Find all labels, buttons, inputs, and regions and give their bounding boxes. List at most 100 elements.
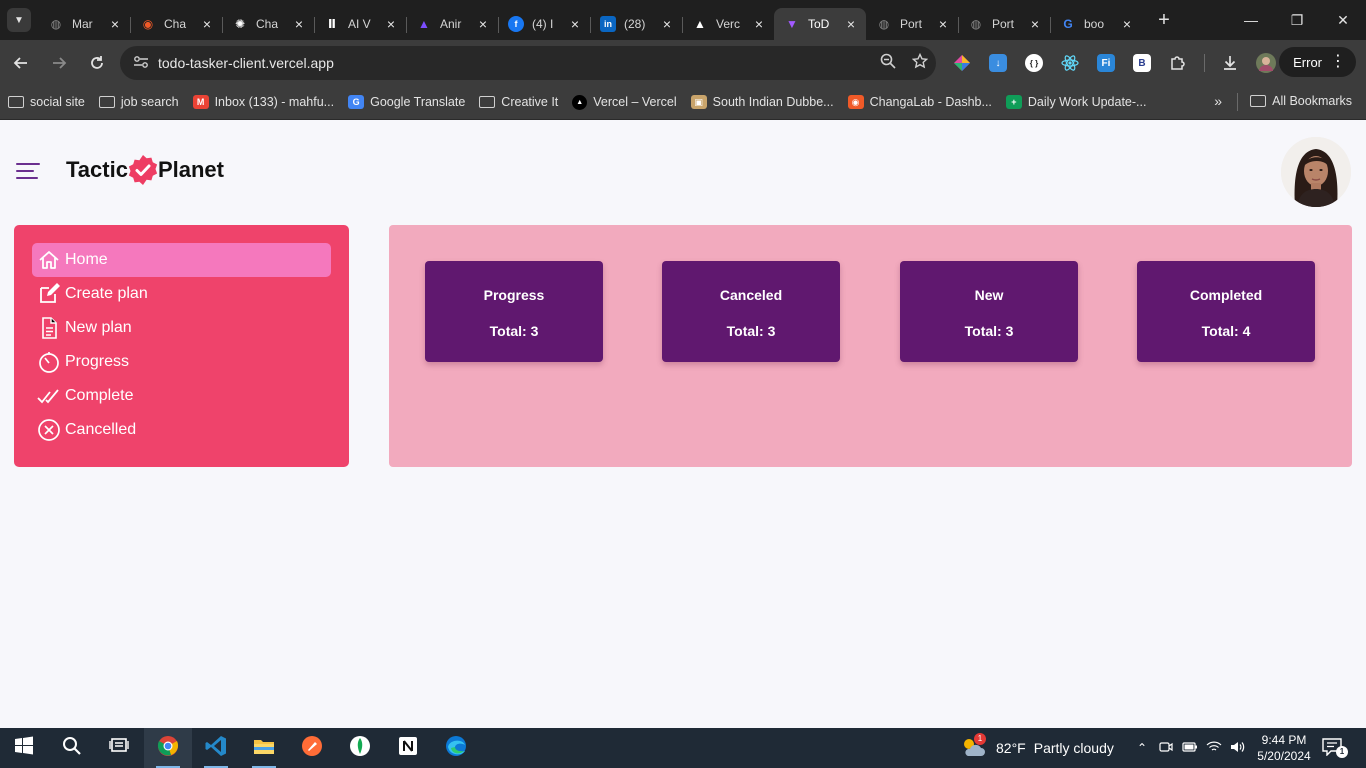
site-settings-icon[interactable] [126,55,156,72]
close-tab-icon[interactable]: × [568,16,582,32]
status-card-progress[interactable]: Progress Total: 3 [425,261,603,362]
close-tab-icon[interactable]: × [752,16,766,32]
new-tab-button[interactable]: + [1150,6,1178,34]
more-bookmarks-icon[interactable]: » [1214,93,1222,109]
notification-center-icon[interactable]: 1 [1322,738,1348,758]
sidebar-item-home[interactable]: Home [32,243,331,277]
bookmark-item[interactable]: G Google Translate [348,95,465,109]
sidebar-item-create-plan[interactable]: Create plan [32,277,331,311]
browser-tab[interactable]: ▼ ToD × [774,8,866,40]
browser-tab[interactable]: ◍ Port × [958,8,1050,40]
mongodb-icon [349,735,371,762]
bookmark-label: Daily Work Update-... [1027,95,1147,109]
close-tab-icon[interactable]: × [844,16,858,32]
brand-logo[interactable]: Tactic Planet [66,153,224,187]
browser-tab[interactable]: ✺ Cha × [222,8,314,40]
notification-count: 1 [1336,746,1348,758]
bookmark-item[interactable]: + Daily Work Update-... [1005,95,1147,109]
color-picker-extension-icon[interactable] [944,46,980,80]
bookmark-item[interactable]: social site [8,95,85,109]
chevron-up-icon[interactable]: ⌃ [1130,741,1154,755]
tab-search-menu-button[interactable]: ▼ [7,8,31,32]
browser-toolbar: todo-tasker-client.vercel.app ↓ { } Fi B… [0,40,1366,85]
weather-widget[interactable]: 1 82°F Partly cloudy [960,728,1114,768]
forward-button[interactable] [42,46,76,80]
close-tab-icon[interactable]: × [292,16,306,32]
sidebar-item-cancelled[interactable]: Cancelled [32,413,331,447]
bookmark-label: Inbox (133) - mahfu... [214,95,335,109]
close-tab-icon[interactable]: × [936,16,950,32]
sidebar-item-progress[interactable]: Progress [32,345,331,379]
browser-tab[interactable]: in (28) × [590,8,682,40]
card-total: Total: 4 [1201,323,1251,339]
bookmark-item[interactable]: Creative It [479,95,558,109]
close-tab-icon[interactable]: × [1028,16,1042,32]
bookmark-item[interactable]: ▣ South Indian Dubbe... [690,95,834,109]
volume-icon[interactable] [1226,741,1250,756]
taskbar-start-button[interactable] [0,728,48,768]
close-window-button[interactable]: ✕ [1320,0,1366,40]
bookmark-star-icon[interactable] [904,52,936,74]
browser-tab[interactable]: ◉ Cha × [130,8,222,40]
browser-tab[interactable]: ◍ Mar × [38,8,130,40]
close-tab-icon[interactable]: × [476,16,490,32]
bookmark-item[interactable]: ◉ ChangaLab - Dashb... [847,95,992,109]
browser-tab[interactable]: Gboo × [1050,8,1142,40]
folder-icon [479,96,496,108]
browser-tab[interactable]: ◍ Port × [866,8,958,40]
taskbar-notion-button[interactable] [384,728,432,768]
menu-toggle-icon[interactable] [16,163,40,181]
status-card-completed[interactable]: Completed Total: 4 [1137,261,1315,362]
close-tab-icon[interactable]: × [200,16,214,32]
close-tab-icon[interactable]: × [384,16,398,32]
movie-icon: ▣ [690,95,707,109]
back-button[interactable] [4,46,38,80]
browser-tab[interactable]: ▲ Anir × [406,8,498,40]
linkedin-icon: in [600,16,616,32]
profile-error-button[interactable]: Error ⋮ [1279,47,1356,77]
brand-right-text: Planet [157,157,224,182]
url-text[interactable]: todo-tasker-client.vercel.app [158,55,872,71]
taskbar-chrome-button[interactable] [144,728,192,768]
status-card-canceled[interactable]: Canceled Total: 3 [662,261,840,362]
bookmark-item[interactable]: ▲ Vercel – Vercel [572,94,677,110]
bookmark-item[interactable]: job search [98,95,179,109]
downloads-icon[interactable] [1212,46,1248,80]
browser-tab[interactable]: f (4) I × [498,8,590,40]
b-extension-icon[interactable]: B [1124,46,1160,80]
close-tab-icon[interactable]: × [660,16,674,32]
reload-button[interactable] [80,46,114,80]
close-tab-icon[interactable]: × [108,16,122,32]
kebab-menu-icon: ⋮ [1330,53,1346,70]
puzzle-extensions-icon[interactable] [1160,46,1196,80]
status-card-new[interactable]: New Total: 3 [900,261,1078,362]
all-bookmarks-button[interactable]: All Bookmarks [1250,94,1352,108]
close-tab-icon[interactable]: × [1120,16,1134,32]
json-extension-icon[interactable]: { } [1016,46,1052,80]
address-bar[interactable]: todo-tasker-client.vercel.app [120,46,936,80]
download-extension-icon[interactable]: ↓ [980,46,1016,80]
sidebar-item-new-plan[interactable]: New plan [32,311,331,345]
wifi-icon[interactable] [1202,741,1226,756]
taskbar-file-explorer-button[interactable] [240,728,288,768]
taskbar-search-button[interactable] [48,728,96,768]
bookmark-item[interactable]: M Inbox (133) - mahfu... [192,95,335,109]
fi-extension-icon[interactable]: Fi [1088,46,1124,80]
taskbar-mongodb-compass-button[interactable] [336,728,384,768]
zoom-icon[interactable] [872,53,904,74]
restore-button[interactable]: ❐ [1274,0,1320,40]
clock[interactable]: 9:44 PM 5/20/2024 [1250,732,1318,764]
browser-tab[interactable]: Ⅱ AI V × [314,8,406,40]
taskbar-vscode-button[interactable] [192,728,240,768]
battery-icon[interactable] [1178,741,1202,755]
vercel-icon: ▲ [694,17,706,31]
taskbar-task-view-button[interactable] [96,728,144,768]
user-avatar[interactable] [1281,137,1351,207]
sidebar-item-complete[interactable]: Complete [32,379,331,413]
taskbar-postman-button[interactable] [288,728,336,768]
react-devtools-icon[interactable] [1052,46,1088,80]
minimize-button[interactable]: — [1228,0,1274,40]
browser-tab[interactable]: ▲ Verc × [682,8,774,40]
taskbar-edge-button[interactable] [432,728,480,768]
camera-icon[interactable] [1154,741,1178,756]
